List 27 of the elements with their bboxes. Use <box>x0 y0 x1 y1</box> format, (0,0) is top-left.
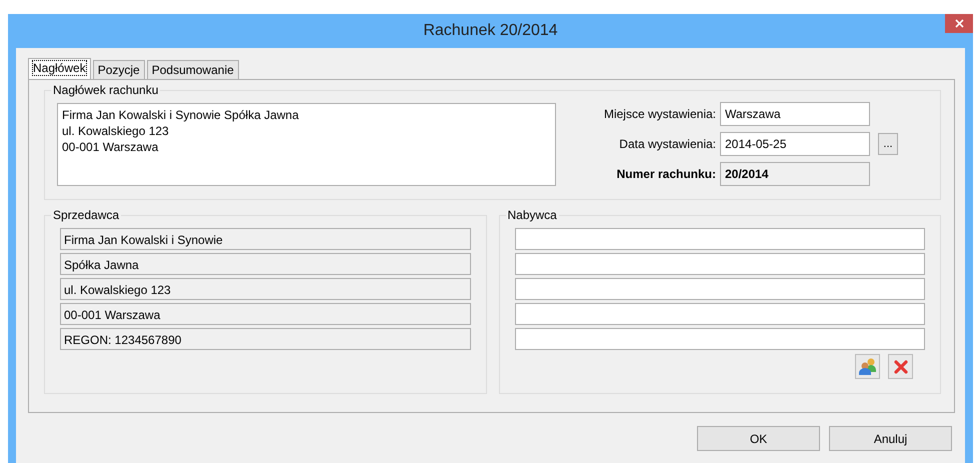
group-title: Sprzedawca <box>51 208 122 222</box>
field-label: Miejsce wystawienia: <box>602 106 716 123</box>
address-textarea[interactable]: Firma Jan Kowalski i Synowie Spółka Jawna ul. Kowalskiego 123 00-001 Warszawa <box>57 103 556 186</box>
dialog-button[interactable]: Anuluj <box>829 426 952 451</box>
dialog-button[interactable]: OK <box>697 426 820 451</box>
add-contact-button[interactable] <box>855 354 880 379</box>
field-label: Data wystawienia: <box>618 136 716 153</box>
window-title: Rachunek 20/2014 <box>423 21 558 41</box>
close-icon <box>954 19 964 28</box>
tab[interactable]: Pozycje <box>92 60 145 79</box>
date-picker-button[interactable]: ... <box>878 133 898 155</box>
text-field[interactable] <box>514 328 925 350</box>
group-title: Nabywca <box>506 208 559 222</box>
tab[interactable]: Podsumowanie <box>146 60 239 79</box>
tab[interactable]: Nagłówek <box>28 58 91 79</box>
text-field[interactable] <box>514 278 925 300</box>
text-field[interactable] <box>514 228 925 250</box>
text-field[interactable] <box>514 253 925 275</box>
text-field[interactable]: Warszawa <box>720 102 870 126</box>
group-title: Nagłówek rachunku <box>51 83 160 97</box>
delete-button[interactable] <box>888 354 913 379</box>
text-field[interactable]: 2014-05-25 <box>720 132 870 156</box>
close-button[interactable] <box>945 14 973 33</box>
delete-icon <box>894 360 908 374</box>
people-icon <box>858 357 878 376</box>
text-field[interactable] <box>514 303 925 325</box>
field-label: Numer rachunku: <box>616 166 716 183</box>
